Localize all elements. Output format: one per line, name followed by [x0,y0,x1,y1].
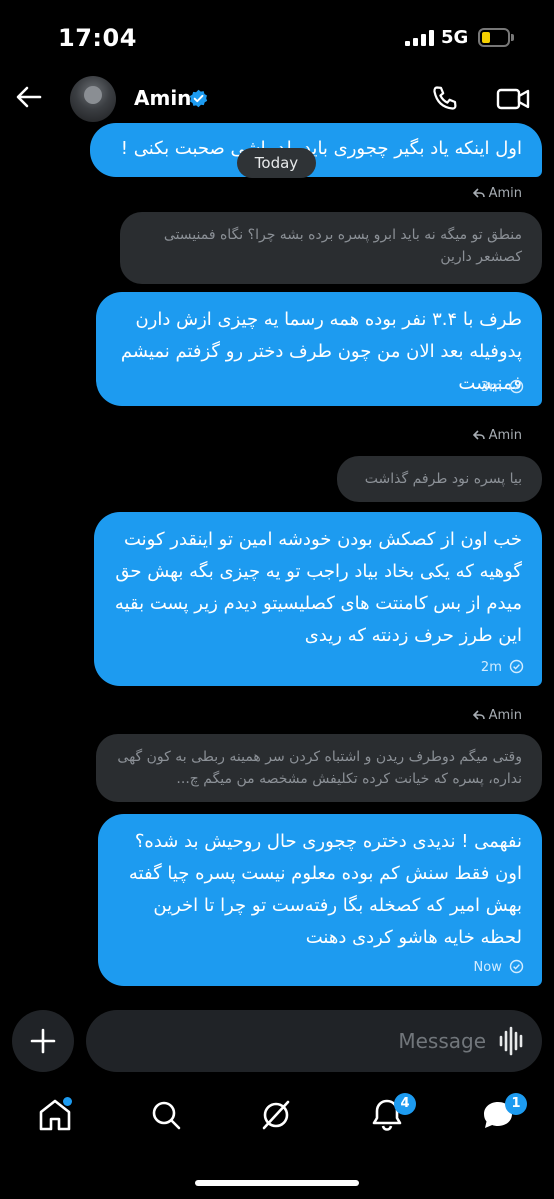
quoted-message[interactable]: وقتی میگم دوطرف ریدن و اشتباه کردن سر هم… [96,734,542,802]
quoted-message[interactable]: بیا پسره نود طرفم گذاشت [337,456,542,502]
message-input[interactable] [106,1010,486,1072]
add-attachment-button[interactable] [12,1010,74,1072]
plus-icon [30,1028,56,1054]
back-arrow-icon[interactable] [14,82,44,112]
nav-notifications[interactable]: 4 [367,1093,416,1135]
video-camera-icon[interactable] [496,84,530,114]
avatar[interactable] [70,76,116,122]
read-check-icon [509,659,524,674]
reply-indicator: Amin [472,186,522,201]
message-field[interactable] [86,1010,542,1072]
status-time: 17:04 [58,24,137,52]
sent-message[interactable]: خب اون از کصکش بودن خودشه امین تو اینقدر… [94,512,542,686]
status-bar: 17:04 5G [0,0,554,72]
notifications-badge: 4 [394,1093,416,1115]
home-indicator-dot [63,1097,72,1106]
quoted-message[interactable]: منطق تو میگه نه باید ابرو پسره برده بشه … [120,212,542,284]
reply-indicator: Amin [472,708,522,723]
nav-search[interactable] [146,1095,186,1135]
reply-indicator: Amin [472,428,522,443]
sent-message[interactable]: اول اینکه یاد بگیر چجوری باید بلد باشی ص… [90,123,542,177]
read-check-icon [509,959,524,974]
grok-icon [262,1100,290,1130]
nav-home[interactable] [35,1095,75,1135]
battery-icon [478,28,510,47]
reply-arrow-icon [472,710,485,720]
message-meta: Now [474,959,524,976]
reply-arrow-icon [472,430,485,440]
contact-name[interactable]: Amin [134,86,191,110]
read-check-icon [509,379,524,394]
sent-message[interactable]: طرف با ۳.۴ نفر بوده همه رسما یه چیزی ازش… [96,292,542,406]
messages-badge: 1 [505,1093,527,1115]
home-indicator-bar [195,1180,359,1186]
message-meta: 3m [481,379,524,396]
verified-badge-icon [189,89,208,108]
reply-arrow-icon [472,188,485,198]
phone-icon[interactable] [430,84,460,114]
search-icon [152,1101,181,1130]
network-label: 5G [441,27,469,48]
voice-wave-icon[interactable] [498,1026,526,1056]
sent-message[interactable]: نفهمی ! ندیدی دختره چجوری حال روحیش بد ش… [98,814,542,986]
nav-grok[interactable] [256,1095,296,1135]
message-meta: 2m [481,659,524,676]
signal-icon [405,30,435,46]
date-separator: Today [237,148,316,178]
nav-messages[interactable]: 1 [478,1093,527,1135]
